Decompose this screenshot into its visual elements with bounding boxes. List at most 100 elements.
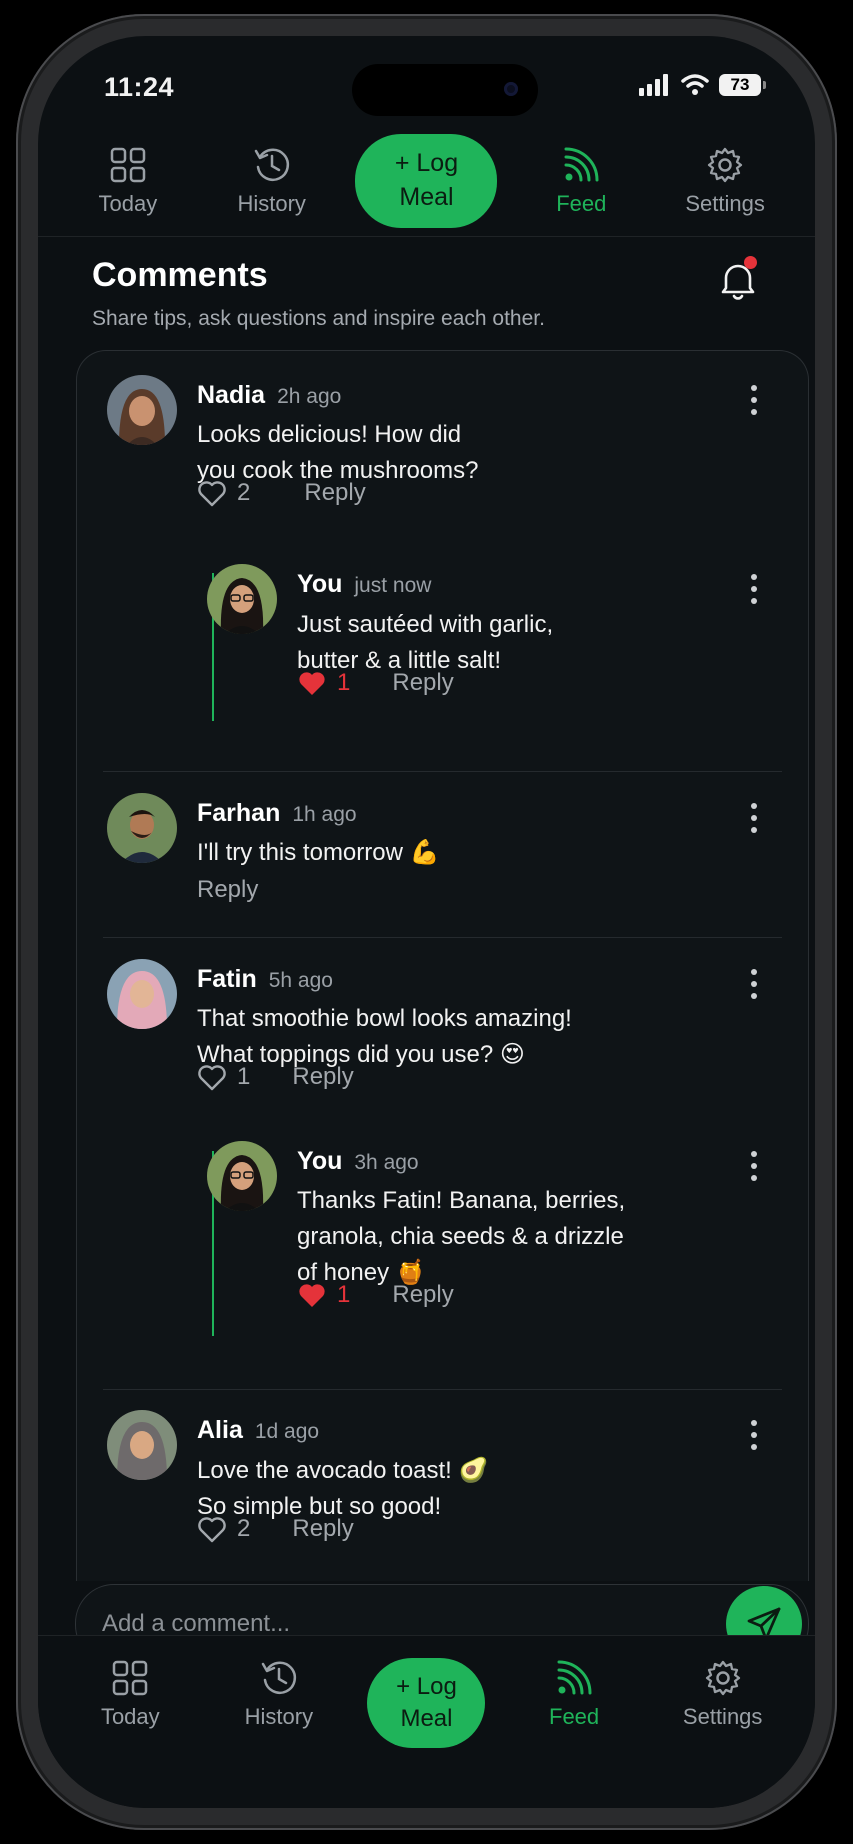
log-meal-button[interactable]: + Log Meal	[355, 134, 498, 228]
comment-line: I'll try this tomorrow 💪	[197, 839, 440, 866]
log-meal-line2: Meal	[400, 1705, 453, 1732]
nav-history-label: History	[237, 191, 306, 216]
feed-icon	[564, 147, 599, 182]
camera-icon	[504, 82, 518, 96]
status-icons: 73	[639, 74, 766, 96]
heart-outline-icon[interactable]	[197, 1063, 227, 1091]
author-name: You	[297, 570, 343, 598]
avatar	[207, 564, 277, 634]
nav-feed-label: Feed	[549, 1704, 600, 1729]
grid-icon	[110, 147, 146, 183]
author-name: Alia	[197, 1416, 243, 1444]
comment-author: Farhan 1h ago	[197, 799, 357, 828]
reply-button[interactable]: Reply	[304, 479, 365, 507]
notification-dot	[744, 256, 757, 269]
comment-item: Farhan 1h ago I'll try this tomorrow 💪 Re…	[77, 772, 808, 937]
comment-text: Thanks Fatin! Banana, berries, granola, …	[297, 1183, 625, 1291]
nav-history[interactable]: History	[219, 1658, 339, 1730]
comment-actions: 2 Reply	[197, 479, 366, 507]
avatar	[207, 1141, 277, 1211]
nav-feed-label: Feed	[556, 191, 607, 216]
comments-list: Nadia 2h ago Looks delicious! How did you…	[76, 350, 809, 1581]
nav-settings[interactable]: Settings	[665, 145, 785, 217]
comment-time: just now	[354, 574, 432, 597]
comment-time: 1h ago	[292, 803, 357, 826]
more-options-button[interactable]	[750, 1420, 758, 1450]
gear-icon	[705, 1660, 740, 1696]
comment-time: 3h ago	[354, 1151, 419, 1174]
log-meal-button[interactable]: + Log Meal	[367, 1658, 486, 1748]
comment-line: Looks delicious! How did	[197, 421, 462, 448]
like-count: 1	[337, 1281, 351, 1308]
comment-line: That smoothie bowl looks amazing!	[197, 1005, 572, 1032]
heart-filled-icon[interactable]	[297, 669, 327, 697]
nav-history[interactable]: History	[212, 145, 332, 217]
heart-outline-icon[interactable]	[197, 1515, 227, 1543]
like-count: 1	[237, 1063, 251, 1090]
comment-text: I'll try this tomorrow 💪	[197, 835, 440, 871]
comment-time: 1d ago	[254, 1420, 320, 1443]
nav-settings[interactable]: Settings	[663, 1658, 783, 1730]
comments-header: Comments Share tips, ask questions and i…	[92, 256, 761, 331]
nav-today-label: Today	[98, 191, 158, 216]
comment-time: 2h ago	[277, 385, 342, 408]
history-icon	[254, 148, 289, 181]
gear-icon	[707, 147, 743, 183]
comment-line: Thanks Fatin! Banana, berries,	[297, 1187, 626, 1214]
status-time: 11:24	[104, 72, 175, 102]
reply-button[interactable]: Reply	[292, 1063, 353, 1091]
like-count: 1	[337, 669, 351, 696]
more-options-button[interactable]	[750, 1151, 758, 1181]
wifi-icon	[681, 74, 709, 95]
top-nav: Today History + Log Meal Feed Settings	[38, 126, 815, 237]
log-meal-line1: + Log	[394, 149, 459, 178]
reply-button[interactable]: Reply	[392, 1281, 453, 1309]
avatar	[107, 959, 177, 1029]
history-icon	[261, 1661, 296, 1694]
comment-author: Alia 1d ago	[197, 1416, 319, 1445]
comment-actions: 1 Reply	[297, 669, 454, 697]
comment-author: You 3h ago	[297, 1147, 419, 1176]
comment-actions: Reply	[197, 876, 258, 904]
phone-frame: 11:24 73 Today History + Log Meal Feed S…	[16, 14, 837, 1830]
avatar	[107, 1410, 177, 1480]
author-name: Nadia	[197, 381, 266, 409]
bottom-nav: Today History + Log Meal Feed Settings	[38, 1635, 815, 1808]
app-screen: 11:24 73 Today History + Log Meal Feed S…	[38, 36, 815, 1808]
log-meal-line1: + Log	[396, 1672, 457, 1700]
more-options-button[interactable]	[750, 574, 758, 604]
nav-today[interactable]: Today	[70, 1658, 190, 1730]
nav-today[interactable]: Today	[68, 145, 188, 217]
author-name: Fatin	[197, 965, 257, 993]
more-options-button[interactable]	[750, 385, 758, 415]
nav-settings-label: Settings	[682, 1704, 763, 1729]
nav-history-label: History	[244, 1704, 314, 1729]
comment-author: Fatin 5h ago	[197, 965, 333, 994]
grid-icon	[113, 1660, 148, 1696]
nav-feed[interactable]: Feed	[521, 145, 641, 217]
comment-actions: 1 Reply	[197, 1063, 354, 1091]
battery-icon: 73	[719, 74, 766, 96]
avatar	[107, 375, 177, 445]
reply-button[interactable]: Reply	[392, 669, 453, 697]
dynamic-island	[352, 64, 538, 116]
more-options-button[interactable]	[750, 969, 758, 999]
author-name: Farhan	[197, 799, 281, 827]
reply-button[interactable]: Reply	[292, 1515, 353, 1543]
like-count: 2	[237, 1515, 251, 1542]
comment-author: You just now	[297, 570, 431, 599]
avatar	[107, 793, 177, 863]
comment-line: granola, chia seeds & a drizzle	[297, 1223, 624, 1250]
notification-bell-button[interactable]	[715, 256, 761, 302]
feed-icon	[557, 1660, 592, 1695]
author-name: You	[297, 1147, 343, 1175]
log-meal-line2: Meal	[399, 183, 454, 211]
page-title: Comments	[92, 256, 268, 294]
comment-author: Nadia 2h ago	[197, 381, 341, 410]
nav-feed[interactable]: Feed	[514, 1658, 634, 1730]
reply-button[interactable]: Reply	[197, 876, 258, 904]
comment-item: Alia 1d ago Love the avocado toast! 🥑 So …	[77, 1390, 808, 1580]
more-options-button[interactable]	[750, 803, 758, 833]
heart-outline-icon[interactable]	[197, 479, 227, 507]
heart-filled-icon[interactable]	[297, 1281, 327, 1309]
